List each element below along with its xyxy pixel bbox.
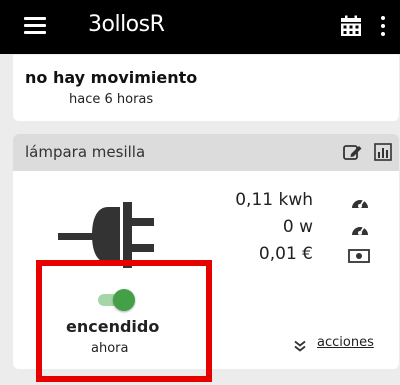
more-vert-icon[interactable] (378, 14, 388, 38)
app-title: 3ollosR (88, 12, 165, 37)
motion-status-card: no hay movimiento hace 6 horas (13, 55, 399, 121)
gauge-icon (350, 221, 370, 237)
energy-value: 0,11 kwh (235, 190, 313, 210)
device-name: lámpara mesilla (25, 143, 146, 161)
device-card-header: lámpara mesilla (13, 134, 399, 171)
chart-icon[interactable] (374, 143, 392, 161)
menu-icon[interactable] (24, 16, 46, 36)
motion-status-time: hace 6 horas (69, 92, 154, 107)
app-toolbar: 3ollosR (0, 0, 400, 54)
gauge-icon (350, 194, 370, 210)
power-value: 0 w (282, 217, 313, 237)
calendar-icon[interactable] (340, 15, 362, 37)
motion-status-title: no hay movimiento (25, 68, 198, 87)
double-chevron-down-icon[interactable] (294, 337, 306, 352)
actions-link[interactable]: acciones (317, 335, 374, 350)
edit-icon[interactable] (343, 143, 363, 161)
banknote-icon (348, 248, 370, 264)
highlight-box (36, 260, 212, 382)
cost-value: 0,01 € (258, 244, 313, 264)
plug-icon (58, 202, 172, 268)
